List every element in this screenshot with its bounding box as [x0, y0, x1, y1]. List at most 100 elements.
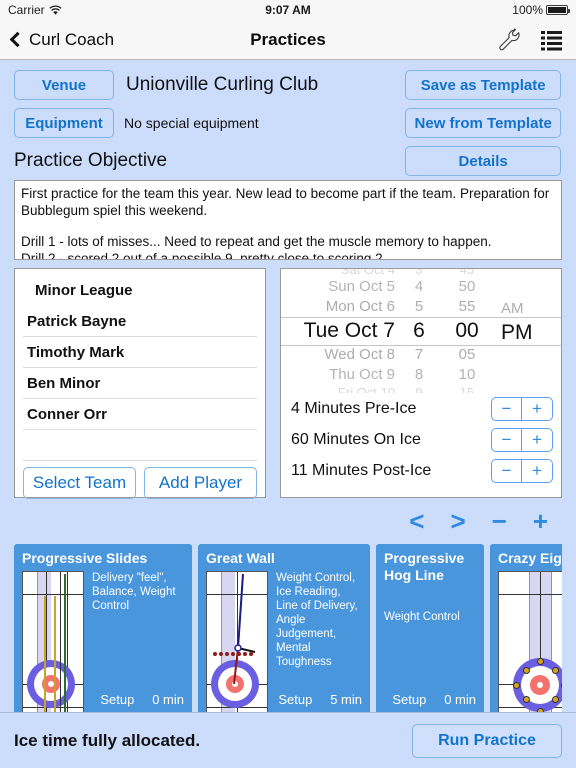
- battery-icon: [546, 5, 570, 15]
- on-ice-plus-button[interactable]: +: [522, 429, 552, 451]
- practice-objective-title: Practice Objective: [14, 150, 168, 171]
- pre-ice-plus-button[interactable]: +: [522, 398, 552, 420]
- hour-option[interactable]: 9: [415, 385, 422, 393]
- battery-percent-label: 100%: [512, 3, 543, 17]
- minute-option[interactable]: 10: [459, 365, 476, 385]
- list-item-empty[interactable]: [23, 430, 257, 461]
- save-as-template-button[interactable]: Save as Template: [405, 70, 562, 100]
- on-ice-row: 60 Minutes On Ice − +: [281, 424, 561, 455]
- drill-card-focus: Weight Control: [384, 611, 460, 623]
- ampm-wheel[interactable]: AM PM: [495, 269, 557, 393]
- date-option[interactable]: Fri Oct 10: [338, 385, 395, 393]
- post-ice-label: 11 Minutes Post-Ice: [291, 461, 432, 479]
- status-message: Ice time fully allocated.: [14, 730, 201, 750]
- select-team-button[interactable]: Select Team: [23, 467, 136, 499]
- minute-option[interactable]: 50: [459, 277, 476, 297]
- hour-option-selected[interactable]: 6: [413, 317, 425, 345]
- run-practice-button[interactable]: Run Practice: [412, 723, 562, 758]
- venue-row: Venue Unionville Curling Club: [14, 70, 401, 100]
- pre-ice-row: 4 Minutes Pre-Ice − +: [281, 393, 561, 424]
- datetime-picker[interactable]: Sat Oct 4 Sun Oct 5 Mon Oct 6 Tue Oct 7 …: [281, 269, 561, 393]
- pre-ice-stepper[interactable]: − +: [491, 396, 553, 421]
- hour-option[interactable]: 8: [415, 365, 423, 385]
- hour-option[interactable]: 3: [415, 269, 422, 277]
- status-bar: Carrier 9:07 AM 100%: [0, 0, 576, 20]
- drill-card-title: Crazy Eig: [498, 550, 562, 566]
- curling-sheet-diagram: [498, 571, 562, 721]
- schedule-panel: Sat Oct 4 Sun Oct 5 Mon Oct 6 Tue Oct 7 …: [280, 268, 562, 534]
- details-button[interactable]: Details: [405, 146, 562, 176]
- drill-card-title: Progressive Slides: [22, 550, 148, 566]
- post-ice-stepper[interactable]: − +: [491, 458, 553, 483]
- minute-wheel[interactable]: 45 50 55 00 05 10 15: [439, 269, 495, 393]
- hour-wheel[interactable]: 3 4 5 6 7 8 9: [399, 269, 439, 393]
- equipment-button[interactable]: Equipment: [14, 108, 114, 138]
- remove-drill-button[interactable]: −: [492, 508, 507, 534]
- curling-sheet-diagram: [22, 571, 84, 722]
- curling-sheet-diagram: [206, 571, 268, 721]
- post-ice-plus-button[interactable]: +: [522, 460, 552, 482]
- date-option[interactable]: Sat Oct 4: [341, 269, 395, 277]
- hour-option[interactable]: 7: [415, 345, 423, 365]
- hour-option[interactable]: 5: [415, 297, 423, 317]
- add-player-button[interactable]: Add Player: [144, 467, 257, 499]
- practice-objective-textarea[interactable]: First practice for the team this year. N…: [14, 180, 562, 260]
- minute-option[interactable]: 45: [460, 269, 474, 277]
- hour-option[interactable]: 4: [415, 277, 423, 297]
- objective-paragraph-2: Drill 1 - lots of misses... Need to repe…: [21, 234, 492, 249]
- navigation-bar-actions: [496, 27, 564, 53]
- pre-ice-minus-button[interactable]: −: [492, 397, 522, 420]
- drill-card-body: Weight Control: [384, 610, 476, 624]
- next-drill-button[interactable]: >: [450, 508, 465, 534]
- minute-option[interactable]: 05: [459, 345, 476, 365]
- drill-card[interactable]: Progressive Slides Delivery "feel", Bala…: [14, 544, 192, 734]
- drill-card[interactable]: Great Wall Weight Control, Ice Reading, …: [198, 544, 370, 734]
- date-option[interactable]: Wed Oct 8: [324, 345, 395, 365]
- drill-card-list[interactable]: Progressive Slides Delivery "feel", Bala…: [14, 544, 562, 734]
- player-list-actions: Select Team Add Player: [15, 461, 265, 507]
- list-item[interactable]: Ben Minor: [23, 368, 257, 399]
- team-name-row[interactable]: Minor League: [23, 275, 257, 306]
- minute-option[interactable]: 55: [459, 297, 476, 317]
- on-ice-stepper[interactable]: − +: [491, 427, 553, 452]
- ampm-option[interactable]: AM: [501, 299, 524, 319]
- wrench-icon[interactable]: [496, 27, 522, 53]
- date-option[interactable]: Thu Oct 9: [329, 365, 395, 385]
- datetime-and-time-allocation-panel: Sat Oct 4 Sun Oct 5 Mon Oct 6 Tue Oct 7 …: [280, 268, 562, 498]
- drill-card-body: [498, 571, 562, 721]
- list-item[interactable]: Conner Orr: [23, 399, 257, 430]
- date-option[interactable]: Sun Oct 5: [328, 277, 395, 297]
- equipment-value: No special equipment: [124, 115, 259, 131]
- date-wheel[interactable]: Sat Oct 4 Sun Oct 5 Mon Oct 6 Tue Oct 7 …: [281, 269, 399, 393]
- objective-paragraph-1: First practice for the team this year. N…: [21, 186, 554, 218]
- drill-navigation-controls: < > − +: [280, 498, 562, 534]
- minute-option-selected[interactable]: 00: [455, 317, 478, 345]
- list-icon[interactable]: [540, 29, 564, 51]
- list-item[interactable]: Patrick Bayne: [23, 306, 257, 337]
- date-option-selected[interactable]: Tue Oct 7: [304, 317, 395, 345]
- back-button-label: Curl Coach: [29, 29, 115, 49]
- list-item[interactable]: Timothy Mark: [23, 337, 257, 368]
- previous-drill-button[interactable]: <: [409, 508, 424, 534]
- ampm-option-selected[interactable]: PM: [501, 319, 533, 347]
- date-option[interactable]: Mon Oct 6: [326, 297, 395, 317]
- player-list-panel: Minor League Patrick Bayne Timothy Mark …: [14, 268, 266, 499]
- pre-ice-label: 4 Minutes Pre-Ice: [291, 399, 417, 417]
- drill-card[interactable]: Progressive Hog Line Weight Control Setu…: [376, 544, 484, 734]
- post-ice-minus-button[interactable]: −: [492, 459, 522, 482]
- drill-setup-value: 0 min: [444, 692, 476, 707]
- objective-paragraph-3: Drill 2 - scored 2 out of a possible 9, …: [21, 251, 383, 260]
- new-from-template-button[interactable]: New from Template: [405, 108, 562, 138]
- drill-card-title: Progressive Hog Line: [384, 550, 465, 583]
- equipment-row: Equipment No special equipment: [14, 108, 401, 138]
- add-drill-button[interactable]: +: [533, 508, 548, 534]
- app-screen: Carrier 9:07 AM 100% Curl Coach Practice…: [0, 0, 576, 768]
- drill-setup-label: Setup: [278, 692, 313, 707]
- venue-button[interactable]: Venue: [14, 70, 114, 100]
- post-ice-row: 11 Minutes Post-Ice − +: [281, 455, 561, 486]
- on-ice-minus-button[interactable]: −: [492, 428, 522, 451]
- minute-option[interactable]: 15: [460, 385, 474, 393]
- back-button[interactable]: Curl Coach: [9, 29, 115, 50]
- drill-card[interactable]: Crazy Eig: [490, 544, 562, 734]
- player-list: Minor League Patrick Bayne Timothy Mark …: [15, 275, 265, 461]
